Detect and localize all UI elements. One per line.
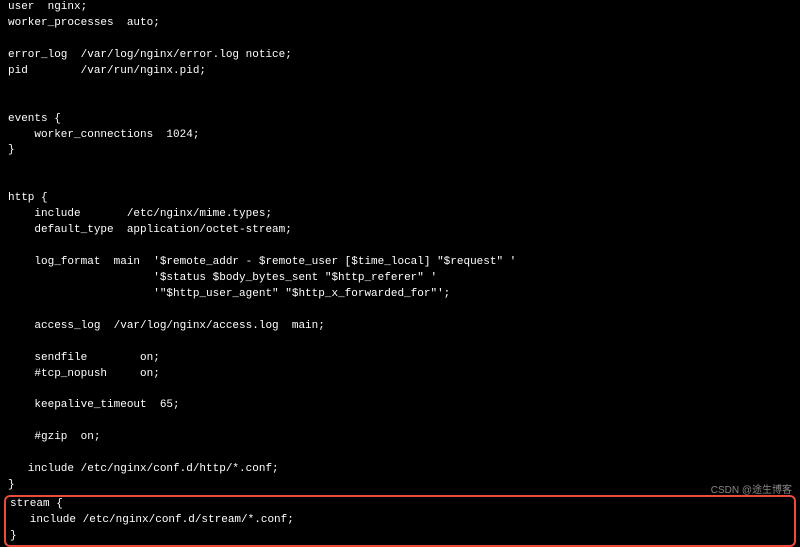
nginx-config-stream-highlighted: stream { include /etc/nginx/conf.d/strea…	[4, 495, 796, 547]
nginx-config-main: user nginx; worker_processes auto; error…	[0, 0, 800, 494]
watermark: CSDN @途生博客	[711, 484, 792, 499]
